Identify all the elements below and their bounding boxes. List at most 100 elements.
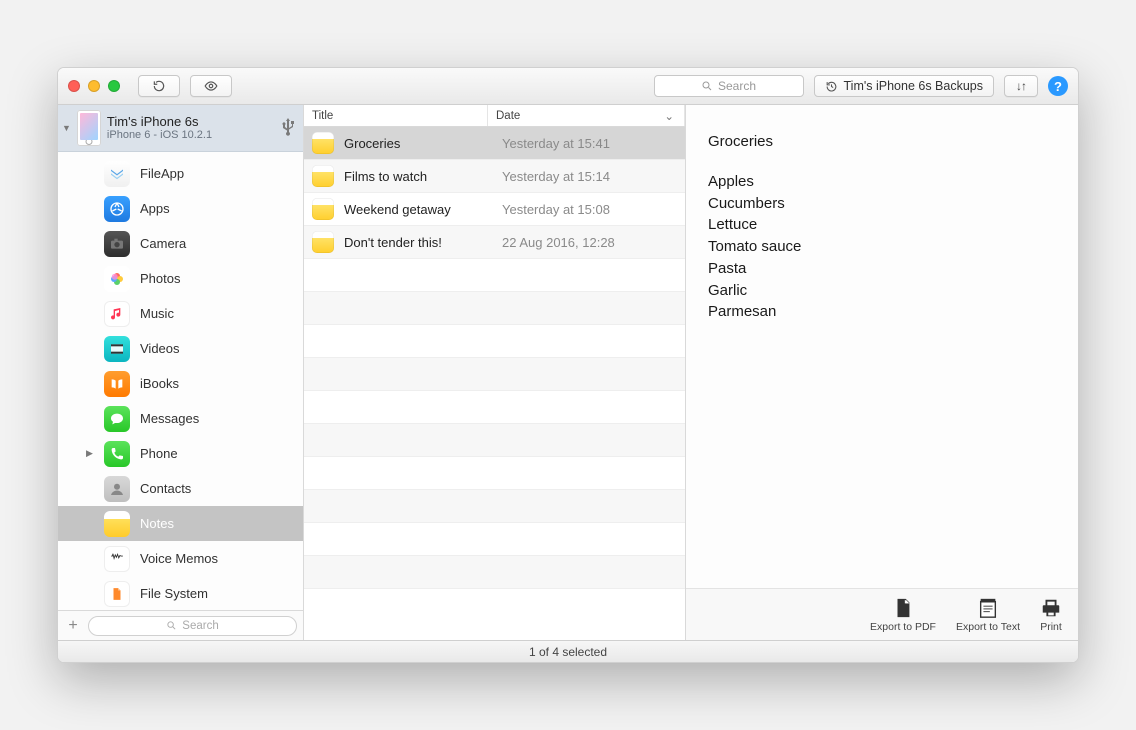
sidebar-item-label: Voice Memos (140, 551, 218, 566)
history-icon (825, 80, 838, 93)
camera-icon (104, 231, 130, 257)
column-header-date[interactable]: Date ⌄ (488, 105, 685, 126)
empty-row (304, 259, 685, 292)
sidebar-search-field[interactable]: Search (88, 616, 297, 636)
sidebar-list: FileApp Apps Camera Photos Music Videos iBooks… (58, 152, 303, 610)
sidebar-footer: + Search (58, 610, 303, 640)
sidebar-item-files[interactable]: File System (58, 576, 303, 610)
export-text-button[interactable]: Export to Text (956, 597, 1020, 633)
sidebar-item-notes[interactable]: Notes (58, 506, 303, 541)
sidebar-item-label: Contacts (140, 481, 191, 496)
sidebar-item-voice[interactable]: Voice Memos (58, 541, 303, 576)
files-icon (104, 581, 130, 607)
pdf-icon (892, 597, 914, 619)
device-disclosure-icon[interactable]: ▼ (62, 123, 71, 133)
toolbar-search-placeholder: Search (718, 79, 756, 93)
device-row[interactable]: ▼ Tim's iPhone 6s iPhone 6 - iOS 10.2.1 (58, 105, 303, 152)
note-date: Yesterday at 15:41 (502, 136, 610, 151)
sidebar-item-label: Camera (140, 236, 186, 251)
toolbar-search-field[interactable]: Search (654, 75, 804, 97)
note-detail-body: ApplesCucumbersLettuceTomato saucePastaG… (708, 171, 1056, 323)
backups-button-label: Tim's iPhone 6s Backups (844, 79, 983, 93)
apps-icon (104, 196, 130, 222)
empty-row (304, 556, 685, 589)
column-headers: Title Date ⌄ (304, 105, 685, 127)
note-line: Parmesan (708, 301, 1056, 323)
contacts-icon (104, 476, 130, 502)
device-thumbnail-icon (77, 110, 101, 146)
sidebar-item-music[interactable]: Music (58, 296, 303, 331)
sidebar-item-apps[interactable]: Apps (58, 191, 303, 226)
transfer-button[interactable]: ↓↑ (1004, 75, 1038, 97)
export-pdf-button[interactable]: Export to PDF (870, 597, 936, 633)
note-row[interactable]: Films to watchYesterday at 15:14 (304, 160, 685, 193)
transfer-icon: ↓↑ (1016, 79, 1026, 93)
sidebar-item-phone[interactable]: ▶ Phone (58, 436, 303, 471)
backups-button[interactable]: Tim's iPhone 6s Backups (814, 75, 994, 97)
ibooks-icon (104, 371, 130, 397)
empty-row (304, 424, 685, 457)
note-line: Apples (708, 171, 1056, 193)
quicklook-button[interactable] (190, 75, 232, 97)
phone-icon (104, 441, 130, 467)
sidebar-item-label: iBooks (140, 376, 179, 391)
sidebar-item-label: Phone (140, 446, 178, 461)
sidebar-item-contacts[interactable]: Contacts (58, 471, 303, 506)
printer-icon (1040, 597, 1062, 619)
sidebar-item-label: Messages (140, 411, 199, 426)
text-file-icon (977, 597, 999, 619)
close-window-button[interactable] (68, 80, 80, 92)
sidebar-item-label: Videos (140, 341, 180, 356)
note-row[interactable]: Don't tender this!22 Aug 2016, 12:28 (304, 226, 685, 259)
empty-row (304, 292, 685, 325)
detail-actions: Export to PDF Export to Text Print (686, 588, 1078, 640)
device-name: Tim's iPhone 6s (107, 114, 275, 130)
note-row[interactable]: Groceries Yesterday at 15:41 (304, 127, 685, 160)
disclosure-icon[interactable]: ▶ (86, 448, 93, 459)
note-line: Garlic (708, 280, 1056, 302)
sidebar-item-fileapp[interactable]: FileApp (58, 156, 303, 191)
music-icon (104, 301, 130, 327)
note-row[interactable]: Weekend getawayYesterday at 15:08 (304, 193, 685, 226)
note-icon (312, 132, 334, 154)
note-date: Yesterday at 15:08 (502, 202, 610, 217)
detail-panel: Groceries ApplesCucumbersLettuceTomato s… (686, 105, 1078, 640)
sidebar-item-label: Photos (140, 271, 180, 286)
add-button[interactable]: + (64, 617, 82, 635)
sidebar-item-label: Apps (140, 201, 170, 216)
sidebar-item-camera[interactable]: Camera (58, 226, 303, 261)
note-detail-title: Groceries (708, 131, 1056, 153)
fileapp-icon (104, 161, 130, 187)
sidebar-item-videos[interactable]: Videos (58, 331, 303, 366)
sidebar: ▼ Tim's iPhone 6s iPhone 6 - iOS 10.2.1 … (58, 105, 304, 640)
print-button[interactable]: Print (1040, 597, 1062, 633)
device-subtitle: iPhone 6 - iOS 10.2.1 (107, 129, 275, 142)
sidebar-item-label: Music (140, 306, 174, 321)
empty-row (304, 325, 685, 358)
notes-panel: Title Date ⌄ Groceries Yesterday at 15:41… (304, 105, 686, 640)
sort-indicator-icon: ⌄ (664, 109, 674, 123)
refresh-button[interactable] (138, 75, 180, 97)
help-button[interactable]: ? (1048, 76, 1068, 96)
sidebar-item-ibooks[interactable]: iBooks (58, 366, 303, 401)
videos-icon (104, 336, 130, 362)
sidebar-item-label: File System (140, 586, 208, 601)
notes-list: Groceries Yesterday at 15:41 Films to watc… (304, 127, 685, 640)
note-icon (312, 231, 334, 253)
note-title: Don't tender this! (344, 235, 492, 250)
column-header-title[interactable]: Title (304, 105, 488, 126)
print-label: Print (1040, 621, 1062, 633)
zoom-window-button[interactable] (108, 80, 120, 92)
minimize-window-button[interactable] (88, 80, 100, 92)
sidebar-item-messages[interactable]: Messages (58, 401, 303, 436)
search-icon (166, 620, 177, 631)
notes-icon (104, 511, 130, 537)
empty-row (304, 490, 685, 523)
export-text-label: Export to Text (956, 621, 1020, 633)
help-icon: ? (1054, 79, 1062, 94)
empty-row (304, 391, 685, 424)
note-title: Groceries (344, 136, 492, 151)
app-window: Search Tim's iPhone 6s Backups ↓↑ ? ▼ Ti… (57, 67, 1079, 663)
voice-icon (104, 546, 130, 572)
sidebar-item-photos[interactable]: Photos (58, 261, 303, 296)
